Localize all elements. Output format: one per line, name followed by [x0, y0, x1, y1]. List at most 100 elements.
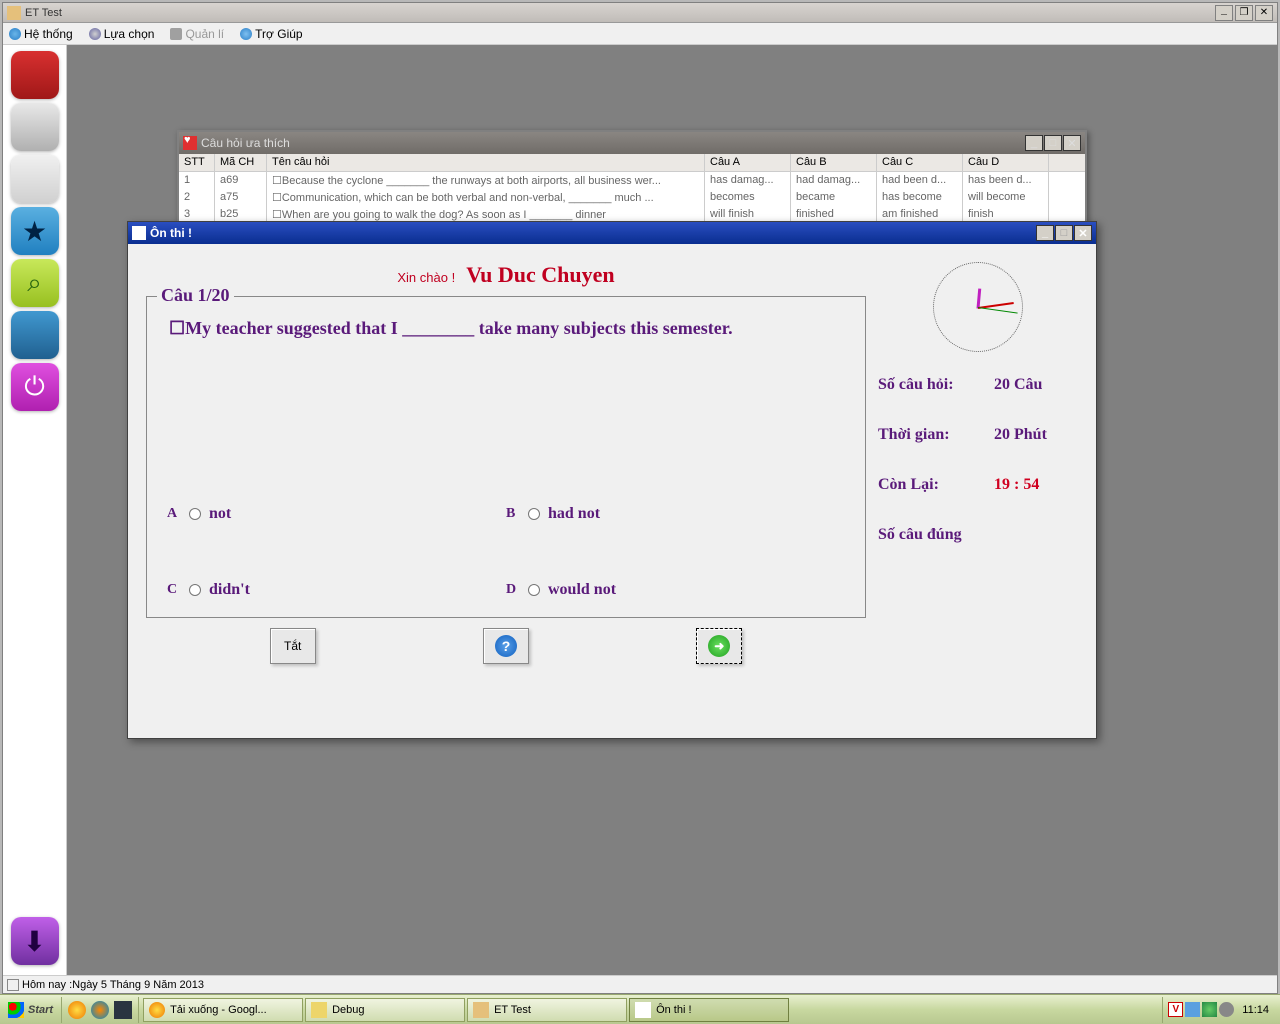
question-number: Câu 1/20: [157, 285, 234, 306]
stat-correct: Số câu đúng: [878, 526, 1078, 544]
table-row[interactable]: 1 a69 ☐Because the cyclone _______ the r…: [179, 172, 1085, 189]
menu-options[interactable]: Lựa chọn: [89, 27, 155, 41]
table-header: STT Mã CH Tên câu hỏi Câu A Câu B Câu C …: [179, 154, 1085, 172]
answer-c[interactable]: C didn't: [167, 581, 506, 599]
tray-badge[interactable]: V: [1168, 1002, 1183, 1017]
exam-sidebar: Số câu hỏi: 20 Câu Thời gian: 20 Phút Cò…: [878, 262, 1078, 738]
username: Vu Duc Chuyen: [466, 262, 614, 287]
question-icon: ?: [495, 635, 517, 657]
windows-icon: [8, 1002, 24, 1018]
col-c[interactable]: Câu C: [877, 154, 963, 171]
radio-a[interactable]: [189, 508, 201, 520]
sidebar-box-icon[interactable]: [11, 103, 59, 151]
app-window: ET Test _ ❐ ✕ Hệ thống Lựa chọn Quản lí …: [2, 2, 1278, 994]
favorites-title: Câu hỏi ưa thích: [201, 136, 1024, 150]
greeting-label: Xin chào !: [397, 270, 455, 285]
exam-window: Ôn thi ! _ □ ✕ Xin chào ! Vu Duc Chuyen …: [127, 221, 1097, 739]
menu-manage: Quản lí: [170, 27, 224, 41]
exam-icon: [635, 1002, 651, 1018]
question-box: Câu 1/20 ☐My teacher suggested that I __…: [146, 296, 866, 618]
status-date: Hôm nay :Ngày 5 Tháng 9 Năm 2013: [22, 979, 204, 991]
sidebar-book-icon[interactable]: [11, 311, 59, 359]
answer-a[interactable]: A not: [167, 505, 506, 523]
exam-minimize-button[interactable]: _: [1036, 225, 1054, 241]
chrome-icon: [149, 1002, 165, 1018]
off-button[interactable]: Tắt: [270, 628, 316, 664]
quicklaunch: [61, 997, 139, 1023]
menubar: Hệ thống Lựa chọn Quản lí Trợ Giúp: [3, 23, 1277, 45]
answer-b[interactable]: B had not: [506, 505, 845, 523]
help-button[interactable]: ?: [483, 628, 529, 664]
table-row[interactable]: 2 a75 ☐Communication, which can be both …: [179, 189, 1085, 206]
exam-close-button[interactable]: ✕: [1074, 225, 1092, 241]
app-icon: [473, 1002, 489, 1018]
wrench-icon: [9, 28, 21, 40]
system-tray: V 11:14: [1162, 997, 1280, 1023]
calendar-icon: [7, 979, 19, 991]
sidebar-download-icon[interactable]: ⬇: [11, 917, 59, 965]
col-d[interactable]: Câu D: [963, 154, 1049, 171]
answer-d[interactable]: D would not: [506, 581, 845, 599]
fav-close-button[interactable]: ✕: [1063, 135, 1081, 151]
globe-icon: [89, 28, 101, 40]
task-chrome[interactable]: Tải xuống - Googl...: [143, 998, 303, 1022]
sidebar-power-icon[interactable]: ⏻: [11, 363, 59, 411]
favorites-titlebar[interactable]: Câu hỏi ưa thích _ □ ✕: [179, 132, 1085, 154]
disk-icon: [170, 28, 182, 40]
fav-maximize-button[interactable]: □: [1044, 135, 1062, 151]
app-icon: [7, 6, 21, 20]
greeting: Xin chào ! Vu Duc Chuyen: [146, 262, 866, 288]
arrow-right-icon: ➜: [708, 635, 730, 657]
tray-icon[interactable]: [1185, 1002, 1200, 1017]
col-stt[interactable]: STT: [179, 154, 215, 171]
radio-d[interactable]: [528, 584, 540, 596]
minimize-button[interactable]: _: [1215, 5, 1233, 21]
task-onthi[interactable]: Ôn thi !: [629, 998, 789, 1022]
firefox-icon[interactable]: [91, 1001, 109, 1019]
taskbar: Start Tải xuống - Googl... Debug ET Test…: [0, 994, 1280, 1024]
menu-help[interactable]: Trợ Giúp: [240, 27, 302, 41]
task-ettest[interactable]: ET Test: [467, 998, 627, 1022]
close-button[interactable]: ✕: [1255, 5, 1273, 21]
mdi-canvas: Câu hỏi ưa thích _ □ ✕ STT Mã CH Tên câu…: [67, 45, 1277, 975]
heart-icon: [183, 136, 197, 150]
titlebar: ET Test _ ❐ ✕: [3, 3, 1277, 23]
sidebar-star-icon[interactable]: ★: [11, 207, 59, 255]
col-ma[interactable]: Mã CH: [215, 154, 267, 171]
exam-maximize-button: □: [1055, 225, 1073, 241]
help-icon: [240, 28, 252, 40]
col-a[interactable]: Câu A: [705, 154, 791, 171]
menu-system[interactable]: Hệ thống: [9, 27, 73, 41]
tray-icon[interactable]: [1202, 1002, 1217, 1017]
tray-icon[interactable]: [1219, 1002, 1234, 1017]
stat-questions: Số câu hỏi: 20 Câu: [878, 376, 1078, 394]
stat-remaining: Còn Lại: 19 : 54: [878, 476, 1078, 494]
maximize-button[interactable]: ❐: [1235, 5, 1253, 21]
exam-titlebar[interactable]: Ôn thi ! _ □ ✕: [128, 222, 1096, 244]
sidebar-user-icon[interactable]: [11, 51, 59, 99]
clock-icon: [933, 262, 1023, 352]
radio-b[interactable]: [528, 508, 540, 520]
folder-icon: [311, 1002, 327, 1018]
content-area: ★ ⌕ ⏻ ⬇ Câu hỏi ưa thích _ □ ✕ STT: [3, 45, 1277, 975]
stat-time: Thời gian: 20 Phút: [878, 426, 1078, 444]
exam-title: Ôn thi !: [150, 226, 1035, 240]
next-button[interactable]: ➜: [696, 628, 742, 664]
app-title: ET Test: [25, 7, 1215, 19]
taskbar-clock[interactable]: 11:14: [1236, 1004, 1275, 1016]
col-ten[interactable]: Tên câu hỏi: [267, 154, 705, 171]
sidebar: ★ ⌕ ⏻ ⬇: [3, 45, 67, 975]
task-debug[interactable]: Debug: [305, 998, 465, 1022]
radio-c[interactable]: [189, 584, 201, 596]
fav-minimize-button[interactable]: _: [1025, 135, 1043, 151]
favorites-window: Câu hỏi ưa thích _ □ ✕ STT Mã CH Tên câu…: [177, 130, 1087, 225]
col-b[interactable]: Câu B: [791, 154, 877, 171]
question-text: ☐My teacher suggested that I ________ ta…: [169, 317, 851, 340]
chrome-icon[interactable]: [68, 1001, 86, 1019]
cube-icon[interactable]: [114, 1001, 132, 1019]
exam-icon: [132, 226, 146, 240]
start-button[interactable]: Start: [0, 997, 61, 1023]
favorites-table: STT Mã CH Tên câu hỏi Câu A Câu B Câu C …: [179, 154, 1085, 223]
sidebar-chat-icon[interactable]: [11, 155, 59, 203]
sidebar-key-icon[interactable]: ⌕: [11, 259, 59, 307]
